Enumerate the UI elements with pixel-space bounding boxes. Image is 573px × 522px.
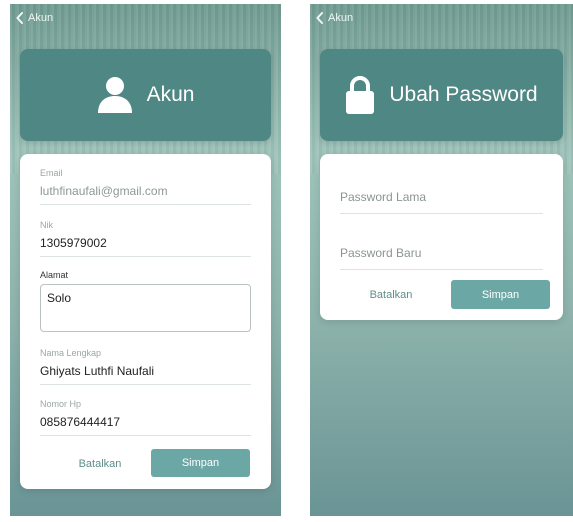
- email-value: luthfinaufali@gmail.com: [40, 184, 168, 198]
- chevron-left-icon: [16, 12, 23, 24]
- lock-icon: [346, 76, 375, 114]
- new-password-input[interactable]: Password Baru: [340, 246, 543, 270]
- page-title: Ubah Password: [389, 83, 538, 106]
- divider: [40, 435, 251, 436]
- nik-value: 1305979002: [40, 236, 107, 250]
- back-label: Akun: [28, 12, 54, 24]
- change-password-screen: Akun Ubah Password Password Lama Passwor…: [310, 4, 573, 516]
- alamat-label-row: Alamat: [40, 270, 251, 280]
- new-password-placeholder: Password Baru: [340, 246, 422, 260]
- divider: [40, 256, 251, 257]
- back-button[interactable]: Akun: [16, 12, 53, 24]
- back-label: Akun: [328, 12, 354, 24]
- account-form: Email luthfinaufali@gmail.com Nik 130597…: [20, 154, 271, 489]
- save-button[interactable]: Simpan: [451, 280, 550, 309]
- back-button[interactable]: Akun: [316, 12, 353, 24]
- old-password-input[interactable]: Password Lama: [340, 190, 543, 214]
- old-password-placeholder: Password Lama: [340, 190, 427, 204]
- hp-label: Nomor Hp: [40, 399, 82, 409]
- header-card: Ubah Password: [320, 49, 563, 141]
- hp-value: 085876444417: [40, 415, 121, 429]
- alamat-textarea[interactable]: Solo: [40, 284, 251, 332]
- password-form: Password Lama Password Baru Batalkan Sim…: [320, 154, 563, 320]
- nik-label: Nik: [40, 220, 53, 230]
- nama-field[interactable]: Nama Lengkap Ghiyats Luthfi Naufali: [40, 348, 251, 385]
- chevron-left-icon: [316, 12, 323, 24]
- divider: [40, 204, 251, 205]
- nik-field[interactable]: Nik 1305979002: [40, 220, 251, 257]
- hp-field[interactable]: Nomor Hp 085876444417: [40, 399, 251, 436]
- page-title: Akun: [146, 83, 195, 106]
- save-button[interactable]: Simpan: [151, 449, 250, 477]
- cancel-button[interactable]: Batalkan: [346, 289, 436, 301]
- divider: [340, 269, 543, 270]
- divider: [340, 213, 543, 214]
- divider: [40, 384, 251, 385]
- alamat-label: Alamat: [40, 270, 69, 280]
- cancel-button[interactable]: Batalkan: [50, 458, 150, 470]
- nama-value: Ghiyats Luthfi Naufali: [40, 364, 155, 378]
- account-screen: Akun Akun Email luthfinaufali@gmail.com …: [10, 4, 281, 516]
- email-field[interactable]: Email luthfinaufali@gmail.com: [40, 168, 251, 205]
- header-card: Akun: [20, 49, 271, 141]
- nama-label: Nama Lengkap: [40, 348, 102, 358]
- user-icon: [97, 77, 132, 113]
- email-label: Email: [40, 168, 63, 178]
